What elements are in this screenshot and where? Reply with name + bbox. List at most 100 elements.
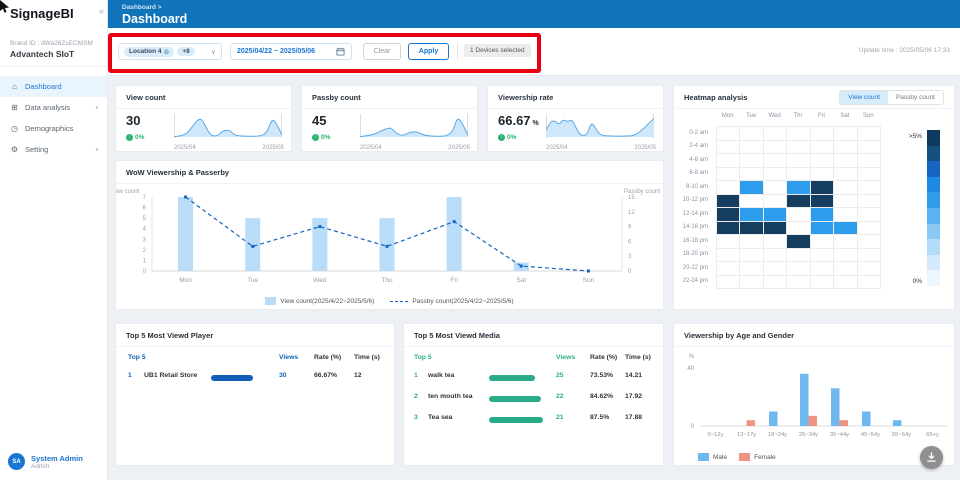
heatmap-cell bbox=[834, 249, 857, 263]
brand-id: Brand ID : dWa26ZsECMSM bbox=[10, 40, 93, 47]
up-arrow-icon: ↑ bbox=[312, 134, 319, 141]
heatmap-cell bbox=[740, 276, 763, 290]
page-header: Dashboard > Dashboard bbox=[107, 0, 960, 28]
sidebar-item-label: Demographics bbox=[25, 124, 99, 133]
heatmap-day-label: Tue bbox=[739, 113, 762, 119]
heatmap-cell bbox=[764, 127, 787, 141]
divider bbox=[0, 66, 107, 67]
heatmap-cell bbox=[787, 168, 810, 182]
heatmap-cell bbox=[787, 235, 810, 249]
heatmap-legend-step bbox=[927, 239, 940, 255]
heatmap-row-label: 14-16 pm bbox=[674, 221, 712, 235]
heatmap-cell bbox=[740, 168, 763, 182]
svg-text:Fri: Fri bbox=[450, 277, 458, 284]
heatmap-cell bbox=[787, 154, 810, 168]
heatmap-cell bbox=[811, 276, 834, 290]
heatmap-cell bbox=[740, 141, 763, 155]
view-count-card: View count 30 ↑0% 2025/04 2025/05 bbox=[115, 85, 292, 152]
item-name: Tea sea bbox=[428, 414, 452, 421]
heatmap-cell bbox=[717, 222, 740, 236]
heatmap-cell bbox=[811, 181, 834, 195]
heatmap-cell bbox=[834, 195, 857, 209]
views-value: 30 bbox=[279, 372, 287, 379]
breadcrumb-link[interactable]: Dashboard bbox=[122, 4, 156, 11]
devices-selected-badge: 1 Devices selected bbox=[464, 44, 531, 57]
heatmap-cell bbox=[717, 195, 740, 209]
kpi-value: 66.67% bbox=[498, 113, 539, 128]
sparkline-chart bbox=[360, 112, 468, 138]
column-header: Views bbox=[279, 354, 298, 361]
heatmap-day-label: Sun bbox=[857, 113, 880, 119]
sidebar-item-setting[interactable]: ⚙Setting∨ bbox=[0, 139, 107, 160]
remove-tag-icon[interactable]: ⊗ bbox=[164, 48, 170, 56]
svg-text:0: 0 bbox=[691, 424, 695, 430]
toggle-view-count[interactable]: View count bbox=[840, 91, 888, 104]
sidebar-item-data-analysis[interactable]: ⊞Data analysis∨ bbox=[0, 97, 107, 118]
heatmap-cell bbox=[764, 249, 787, 263]
chart-legend: View count(2025/4/22~2025/5/6) Passby co… bbox=[116, 297, 663, 305]
spark-x-end: 2025/05 bbox=[448, 145, 470, 151]
heatmap-cell bbox=[811, 222, 834, 236]
up-arrow-icon: ↑ bbox=[126, 134, 133, 141]
legend-swatch bbox=[698, 453, 709, 461]
heatmap-cell bbox=[740, 208, 763, 222]
heatmap-legend-step bbox=[927, 161, 940, 177]
heatmap-cell bbox=[764, 262, 787, 276]
chevron-down-icon: ∨ bbox=[95, 105, 99, 111]
chart-icon: ⊞ bbox=[10, 103, 19, 112]
heatmap-cell bbox=[764, 222, 787, 236]
download-button[interactable] bbox=[920, 446, 943, 469]
heatmap-cell bbox=[717, 208, 740, 222]
sidebar-item-dashboard[interactable]: ⌂Dashboard bbox=[0, 76, 107, 97]
value-bar bbox=[489, 417, 543, 423]
breadcrumb: Dashboard > bbox=[122, 4, 162, 11]
heatmap-row-label: 4-6 am bbox=[674, 153, 712, 167]
date-range-input[interactable]: 2025/04/22 ~ 2025/05/06 bbox=[230, 43, 352, 60]
heatmap-cell bbox=[858, 276, 881, 290]
legend-swatch bbox=[265, 297, 276, 305]
heatmap-row-label: 10-12 pm bbox=[674, 194, 712, 208]
heatmap-cell bbox=[764, 154, 787, 168]
heatmap-cell bbox=[858, 195, 881, 209]
toggle-passby-count[interactable]: Passby count bbox=[888, 91, 943, 104]
heatmap-cell bbox=[858, 168, 881, 182]
kpi-delta: ↑0% bbox=[312, 134, 330, 141]
heatmap-cell bbox=[834, 154, 857, 168]
heatmap-row-label: 8-10 am bbox=[674, 180, 712, 194]
heatmap-cell bbox=[811, 208, 834, 222]
apply-button[interactable]: Apply bbox=[408, 43, 449, 60]
sidebar-collapse-icon[interactable]: « bbox=[99, 6, 104, 16]
location-select[interactable]: Location 4⊗ +8 ∨ bbox=[118, 43, 222, 60]
up-arrow-icon: ↑ bbox=[498, 134, 505, 141]
user-profile[interactable]: SA System Admin Admin bbox=[8, 453, 83, 470]
heatmap-cell bbox=[787, 195, 810, 209]
rate-value: 66.67% bbox=[314, 372, 337, 379]
heatmap-row-label: 18-20 pm bbox=[674, 248, 712, 262]
value-bar bbox=[489, 396, 541, 402]
card-title: Viewership by Age and Gender bbox=[674, 324, 954, 347]
table-row: 1UB1 Retail Store3066.67%12 bbox=[116, 368, 394, 389]
legend-female: Female bbox=[739, 453, 776, 461]
sidebar: SignageBI « Brand ID : dWa26ZsECMSM Adva… bbox=[0, 0, 108, 480]
heatmap-cell bbox=[834, 127, 857, 141]
location-tag[interactable]: Location 4⊗ bbox=[124, 47, 174, 57]
heatmap-cell bbox=[764, 141, 787, 155]
heatmap-cell bbox=[717, 249, 740, 263]
heatmap-day-label: Fri bbox=[810, 113, 833, 119]
age-gender-bar-chart: %4000~12y13~17y18~24y25~34y35~44y45~54y5… bbox=[674, 348, 955, 444]
clear-button[interactable]: Clear bbox=[363, 43, 401, 60]
gear-icon: ⚙ bbox=[10, 145, 19, 154]
card-title: Top 5 Most Viewd Media bbox=[404, 324, 663, 347]
svg-text:25~34y: 25~34y bbox=[799, 432, 818, 438]
table-row: 3Tea sea2187.5%17.88 bbox=[404, 410, 663, 431]
age-gender-card: Viewership by Age and Gender %4000~12y13… bbox=[673, 323, 955, 466]
heatmap-cell bbox=[834, 222, 857, 236]
heatmap-row-labels: 0-2 am2-4 am4-6 am6-8 am8-10 am10-12 pm1… bbox=[674, 126, 712, 288]
sidebar-item-demographics[interactable]: ◷Demographics bbox=[0, 118, 107, 139]
svg-text:Sat: Sat bbox=[516, 277, 526, 284]
heatmap-card: Heatmap analysis View count Passby count… bbox=[673, 85, 955, 310]
sidebar-item-label: Setting bbox=[25, 145, 95, 154]
column-header: Top 5 bbox=[414, 354, 432, 361]
value-bar bbox=[211, 375, 253, 381]
more-tags-badge[interactable]: +8 bbox=[177, 47, 194, 56]
